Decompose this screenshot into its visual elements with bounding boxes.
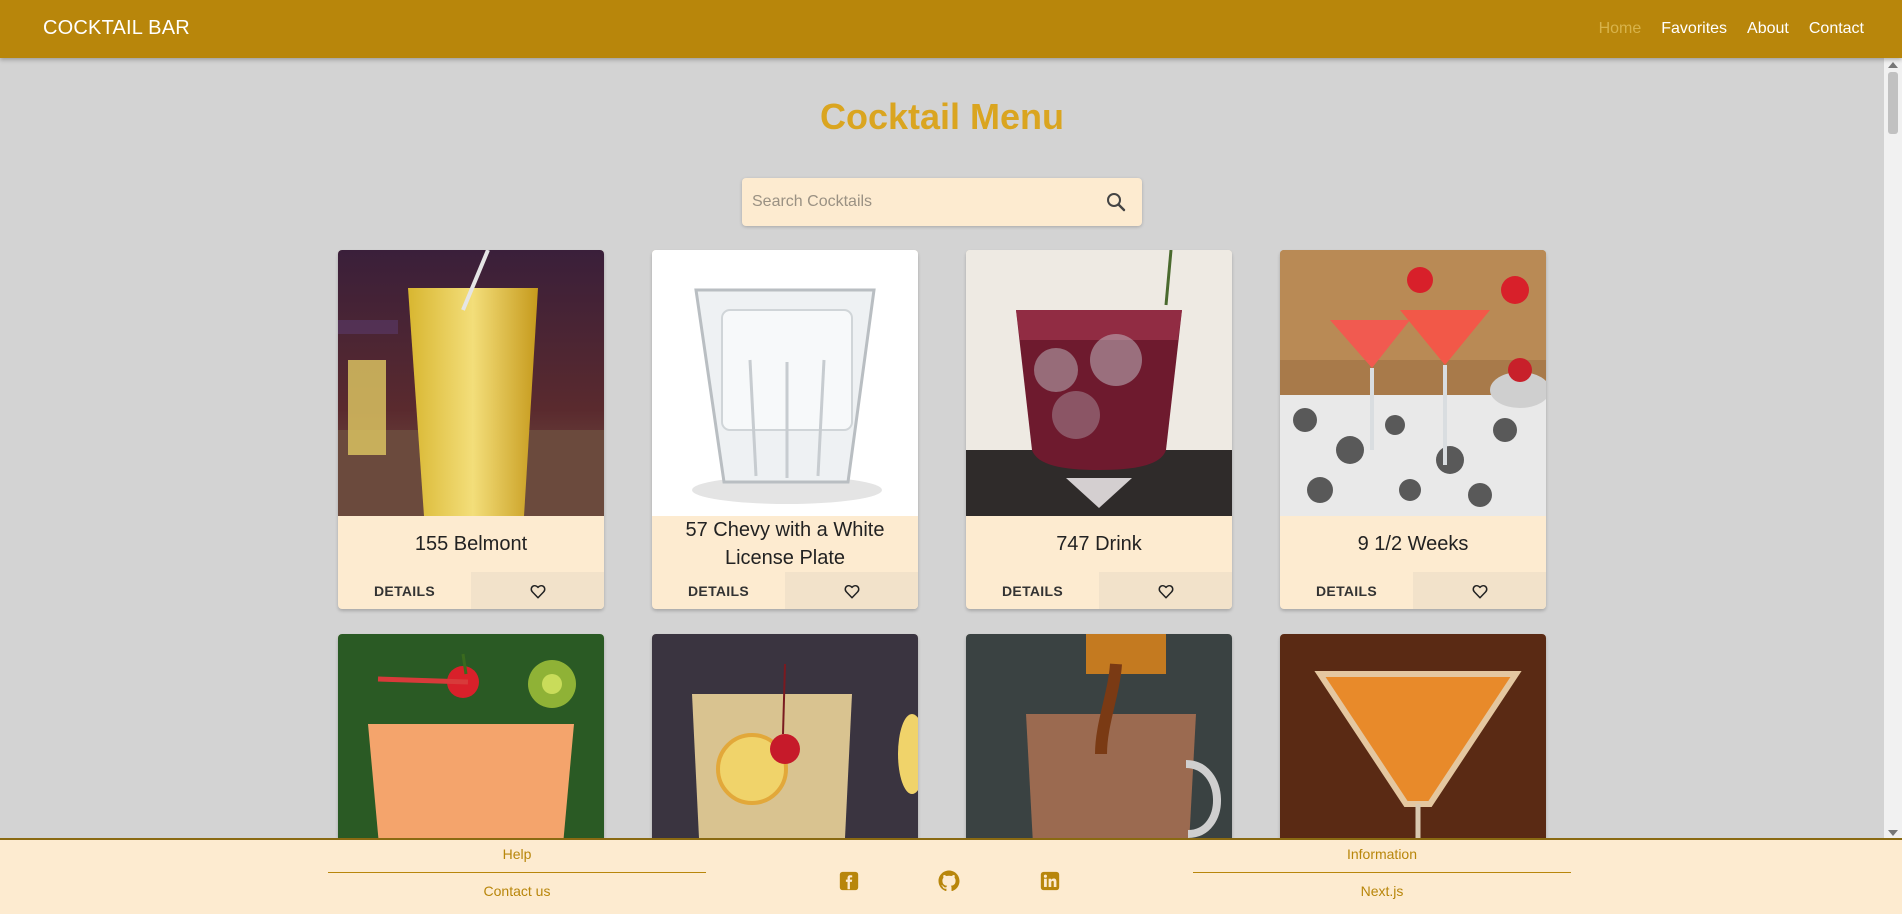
card-actions: DETAILS <box>966 572 1232 609</box>
nav-link-contact[interactable]: Contact <box>1809 20 1864 38</box>
nav-links: Home Favorites About Contact <box>1579 0 1864 58</box>
cocktail-card: 57 Chevy with a White License Plate DETA… <box>652 250 918 609</box>
favorite-button[interactable] <box>1099 572 1232 609</box>
cocktail-name: 57 Chevy with a White License Plate <box>685 519 885 569</box>
card-actions: DETAILS <box>1280 572 1546 609</box>
scroll-up-arrow-icon[interactable] <box>1888 62 1898 68</box>
cocktail-name: 747 Drink <box>1056 533 1142 555</box>
favorite-button[interactable] <box>471 572 604 609</box>
heart-outline-icon <box>1472 584 1487 598</box>
cocktail-image[interactable] <box>1280 250 1546 516</box>
details-button[interactable]: DETAILS <box>1280 572 1413 609</box>
facebook-icon[interactable] <box>838 870 860 892</box>
scroll-down-arrow-icon[interactable] <box>1888 830 1898 836</box>
footer-link-contact-us[interactable]: Contact us <box>328 877 706 903</box>
top-navbar: COCKTAIL BAR Home Favorites About Contac… <box>0 0 1902 58</box>
footer-left-links: Help Contact us <box>328 840 706 903</box>
search-input[interactable] <box>742 178 1082 226</box>
nav-link-home[interactable]: Home <box>1599 20 1642 38</box>
footer-link-help[interactable]: Help <box>328 840 706 866</box>
github-icon[interactable] <box>937 869 961 893</box>
footer-divider <box>1193 872 1571 873</box>
search-icon[interactable] <box>1104 190 1128 214</box>
footer-link-information[interactable]: Information <box>1193 840 1571 866</box>
card-actions: DETAILS <box>652 572 918 609</box>
heart-outline-icon <box>530 584 545 598</box>
footer-right-links: Information Next.js <box>1193 840 1571 903</box>
details-button[interactable]: DETAILS <box>338 572 471 609</box>
cocktail-image[interactable] <box>652 250 918 516</box>
card-actions: DETAILS <box>338 572 604 609</box>
favorite-button[interactable] <box>785 572 918 609</box>
cocktail-name: 9 1/2 Weeks <box>1357 533 1469 555</box>
heart-outline-icon <box>844 584 859 598</box>
cocktail-card: 747 Drink DETAILS <box>966 250 1232 609</box>
cocktail-name: 155 Belmont <box>414 533 528 555</box>
brand-logo-text[interactable]: COCKTAIL BAR <box>43 0 190 58</box>
footer-divider <box>328 872 706 873</box>
search-box <box>742 178 1142 226</box>
details-button[interactable]: DETAILS <box>966 572 1099 609</box>
cocktail-card: 9 1/2 Weeks DETAILS <box>1280 250 1546 609</box>
nav-link-favorites[interactable]: Favorites <box>1661 20 1727 38</box>
nav-link-about[interactable]: About <box>1747 20 1789 38</box>
cocktail-image[interactable] <box>338 250 604 516</box>
footer: Help Contact us Information Next.js <box>0 838 1902 914</box>
page-title: Cocktail Menu <box>819 96 1065 137</box>
heart-outline-icon <box>1158 584 1173 598</box>
linkedin-icon[interactable] <box>1039 870 1061 892</box>
scroll-thumb[interactable] <box>1888 72 1898 134</box>
cocktail-image[interactable] <box>966 250 1232 516</box>
page-scrollbar[interactable] <box>1884 58 1902 840</box>
favorite-button[interactable] <box>1413 572 1546 609</box>
footer-link-nextjs[interactable]: Next.js <box>1193 877 1571 903</box>
details-button[interactable]: DETAILS <box>652 572 785 609</box>
cocktail-card: 155 Belmont DETAILS <box>338 250 604 609</box>
